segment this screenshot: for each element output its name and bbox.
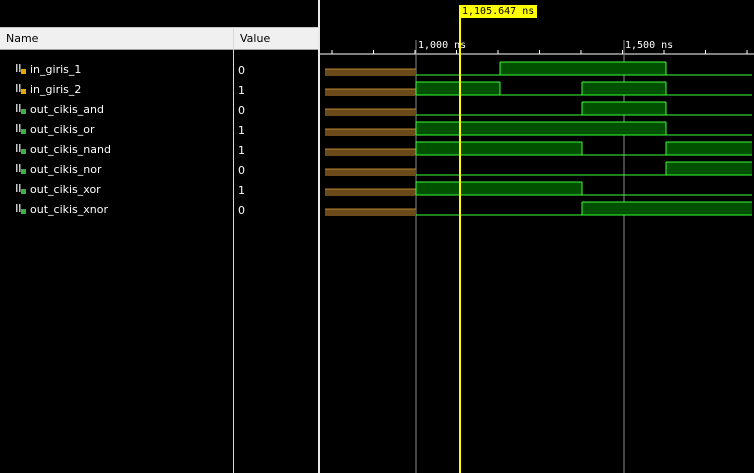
wave-high-segment [416, 142, 500, 155]
name-column-header[interactable]: Name [6, 32, 38, 45]
signal-name: out_cikis_and [30, 103, 104, 116]
signal-row[interactable]: out_cikis_or 1 [0, 120, 318, 140]
wave-high-segment [416, 122, 500, 135]
cursor-time-label: 1,105.647 ns [459, 5, 538, 18]
signal-row[interactable]: in_giris_1 0 [0, 60, 318, 80]
output-signal-icon [16, 124, 26, 134]
signal-value: 0 [238, 204, 245, 217]
undefined-segment [325, 89, 416, 96]
signal-name: in_giris_1 [30, 63, 82, 76]
wave-high-segment [666, 142, 752, 155]
signal-value: 1 [238, 184, 245, 197]
wave-high-segment [582, 202, 666, 215]
signal-value: 0 [238, 164, 245, 177]
time-tick-label: 1,000 ns [418, 40, 467, 51]
output-signal-icon [16, 184, 26, 194]
signal-value: 1 [238, 144, 245, 157]
wave-high-segment [500, 142, 582, 155]
time-tick-label: 1,500 ns [625, 40, 674, 51]
signal-value: 1 [238, 84, 245, 97]
signal-name: out_cikis_xnor [30, 203, 109, 216]
undefined-segment [325, 129, 416, 136]
signal-name: out_cikis_or [30, 123, 95, 136]
value-column-header[interactable]: Value [240, 32, 270, 45]
signal-name: in_giris_2 [30, 83, 82, 96]
signal-row[interactable]: out_cikis_nand 1 [0, 140, 318, 160]
output-signal-icon [16, 204, 26, 214]
wave-high-segment [500, 182, 582, 195]
wave-high-segment [416, 182, 500, 195]
output-signal-icon [16, 104, 26, 114]
waveform-area[interactable] [320, 0, 754, 473]
signal-value: 1 [238, 124, 245, 137]
signal-name: out_cikis_xor [30, 183, 101, 196]
wave-high-segment [666, 162, 752, 175]
signal-name: out_cikis_nand [30, 143, 111, 156]
signal-value: 0 [238, 64, 245, 77]
output-signal-icon [16, 164, 26, 174]
wave-high-segment [500, 122, 582, 135]
output-signal-icon [16, 144, 26, 154]
input-signal-icon [16, 84, 26, 94]
wave-high-segment [582, 122, 666, 135]
wave-high-segment [416, 82, 500, 95]
wave-high-segment [582, 82, 666, 95]
undefined-segment [325, 69, 416, 76]
column-header: Name Value [0, 27, 318, 50]
undefined-segment [325, 169, 416, 176]
signal-value: 0 [238, 104, 245, 117]
wave-high-segment [582, 62, 666, 75]
wave-high-segment [582, 102, 666, 115]
signal-row[interactable]: out_cikis_xnor 0 [0, 200, 318, 220]
undefined-segment [325, 189, 416, 196]
signal-names-panel: Name Value in_giris_1 0 in_giris_2 1 out_cik… [0, 0, 318, 473]
wave-high-segment [500, 62, 582, 75]
undefined-segment [325, 149, 416, 156]
signal-row[interactable]: out_cikis_nor 0 [0, 160, 318, 180]
undefined-segment [325, 109, 416, 116]
wave-high-segment [666, 202, 752, 215]
signal-name: out_cikis_nor [30, 163, 102, 176]
input-signal-icon [16, 64, 26, 74]
signal-row[interactable]: out_cikis_xor 1 [0, 180, 318, 200]
undefined-segment [325, 209, 416, 216]
signal-row[interactable]: in_giris_2 1 [0, 80, 318, 100]
signal-row[interactable]: out_cikis_and 0 [0, 100, 318, 120]
